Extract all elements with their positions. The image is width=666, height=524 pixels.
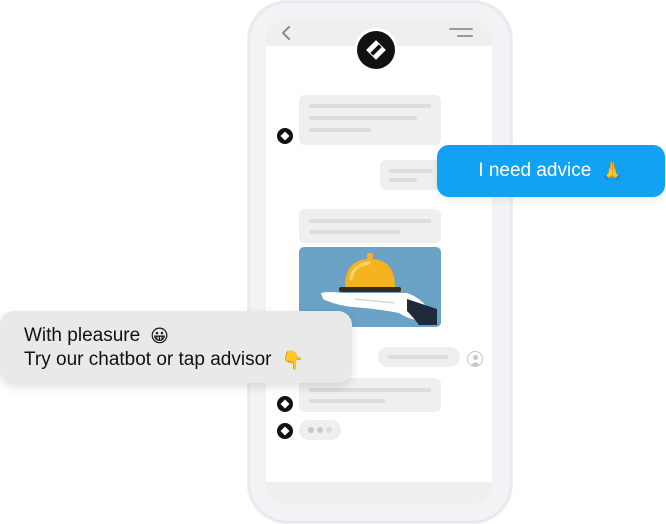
bot-avatar: [277, 423, 293, 439]
bot-avatar: [277, 396, 293, 412]
user-message-placeholder: [380, 160, 444, 190]
menu-icon[interactable]: [448, 26, 474, 40]
bot-message-placeholder: [299, 209, 441, 243]
brand-diamond-icon: [280, 399, 290, 409]
bot-reply-callout: With pleasure 😀 Try our chatbot or tap a…: [0, 311, 352, 383]
user-message-placeholder: [378, 347, 460, 367]
praying-hands-emoji: 🙏: [601, 160, 624, 181]
brand-diamond-icon: [280, 131, 290, 141]
bot-reply-line1: With pleasure: [24, 325, 141, 346]
typing-indicator: [299, 420, 341, 440]
chevron-left-icon[interactable]: [281, 26, 291, 40]
brand-logo: [357, 31, 395, 69]
bot-reply-line2: Try our chatbot or tap advisor: [24, 349, 272, 370]
chat-footer-bar: [266, 482, 492, 504]
brand-diamond-icon: [280, 426, 290, 436]
bot-message-placeholder: [299, 95, 441, 145]
typing-dot: [317, 427, 323, 433]
pointing-down-emoji: 👇: [281, 350, 304, 370]
typing-dot: [326, 427, 332, 433]
user-message-callout: I need advice 🙏: [437, 145, 665, 197]
brand-diamond-icon: [366, 40, 386, 60]
bot-avatar: [277, 128, 293, 144]
typing-dot: [308, 427, 314, 433]
user-icon: [467, 351, 483, 367]
smile-emoji: 😀: [150, 326, 169, 346]
bot-message-placeholder: [299, 378, 441, 412]
user-message-text: I need advice: [478, 160, 592, 181]
